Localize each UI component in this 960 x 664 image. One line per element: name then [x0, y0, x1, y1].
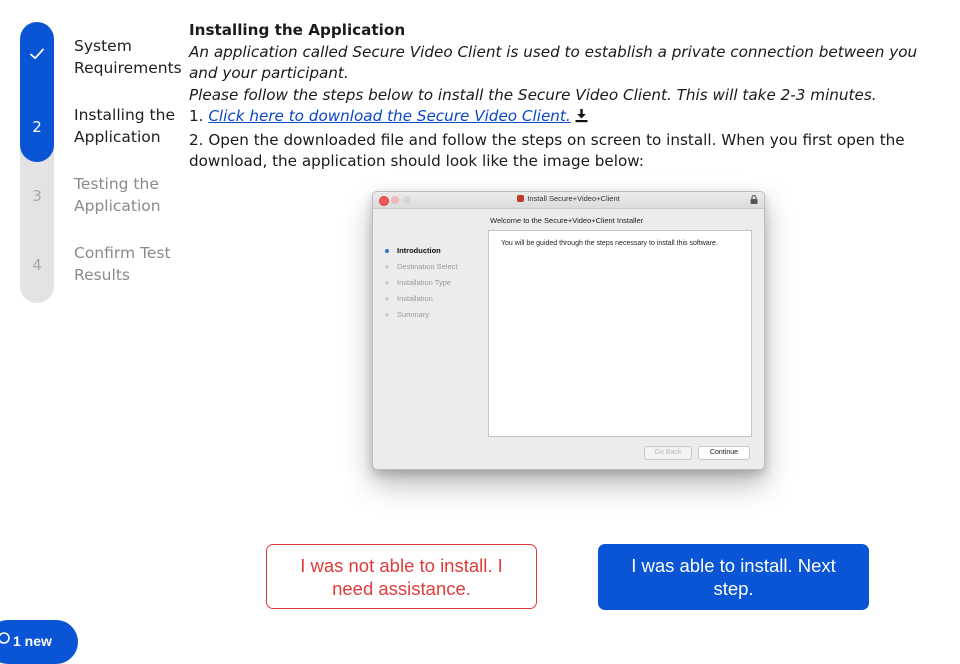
step-1-marker — [20, 46, 54, 66]
installer-step-introduction: Introduction — [383, 243, 488, 259]
step-2-text: 2. Open the downloaded file and follow t… — [189, 130, 905, 171]
page-title: Installing the Application — [189, 21, 406, 39]
step-label-confirm-results: Confirm Test Results — [74, 244, 171, 284]
bullet-icon — [385, 265, 389, 269]
bullet-icon — [385, 297, 389, 301]
instructions-section: Installing the Application An applicatio… — [189, 20, 929, 173]
chat-notification-button[interactable]: 1 new — [0, 620, 78, 664]
step-label-system-requirements[interactable]: System Requirements — [74, 36, 186, 79]
step-3-marker: 3 — [32, 187, 42, 205]
installer-sidebar: Introduction Destination Select Installa… — [383, 243, 488, 323]
stepper-progress — [20, 22, 54, 162]
chat-bubble-icon — [0, 632, 10, 644]
lock-icon — [750, 195, 758, 204]
instructions-text: Please follow the steps below to install… — [189, 85, 877, 104]
installer-window-title-text: Install Secure+Video+Client — [527, 194, 620, 203]
step-label-installing-application[interactable]: Installing the Application — [74, 105, 186, 148]
chat-notification-label: 1 new — [13, 633, 52, 649]
installer-screenshot: Install Secure+Video+Client Welcome to t… — [372, 191, 765, 470]
installer-window-title: Install Secure+Video+Client — [373, 194, 764, 203]
installer-body-text: You will be guided through the steps nec… — [501, 240, 718, 247]
step-1-prefix: 1. — [189, 107, 209, 125]
intro-text: An application called Secure Video Clien… — [189, 42, 918, 83]
installer-step-destination: Destination Select — [383, 259, 488, 275]
installer-step-type: Installation Type — [383, 275, 488, 291]
download-icon[interactable] — [574, 108, 589, 130]
installer-heading: Welcome to the Secure+Video+Client Insta… — [490, 216, 644, 225]
able-to-install-next-button[interactable]: I was able to install. Next step. — [598, 544, 869, 610]
checkmark-icon — [30, 48, 44, 60]
package-icon — [517, 195, 525, 202]
installer-titlebar: Install Secure+Video+Client — [373, 192, 764, 209]
step-4-marker: 4 — [32, 256, 42, 274]
installer-continue-button: Continue — [698, 446, 750, 460]
installer-go-back-button: Go Back — [644, 446, 692, 460]
installer-panel: You will be guided through the steps nec… — [488, 230, 752, 437]
step-2-marker: 2 — [32, 118, 42, 136]
bullet-icon — [385, 313, 389, 317]
bullet-icon — [385, 281, 389, 285]
installer-step-installation: Installation — [383, 291, 488, 307]
bullet-icon — [385, 249, 389, 253]
step-label-testing-application: Testing the Application — [74, 175, 161, 215]
download-link[interactable]: Click here to download the Secure Video … — [208, 107, 570, 125]
installer-step-summary: Summary — [383, 307, 488, 323]
step-1-line: 1. Click here to download the Secure Vid… — [189, 106, 929, 130]
not-able-to-install-button[interactable]: I was not able to install. I need assist… — [266, 544, 537, 609]
